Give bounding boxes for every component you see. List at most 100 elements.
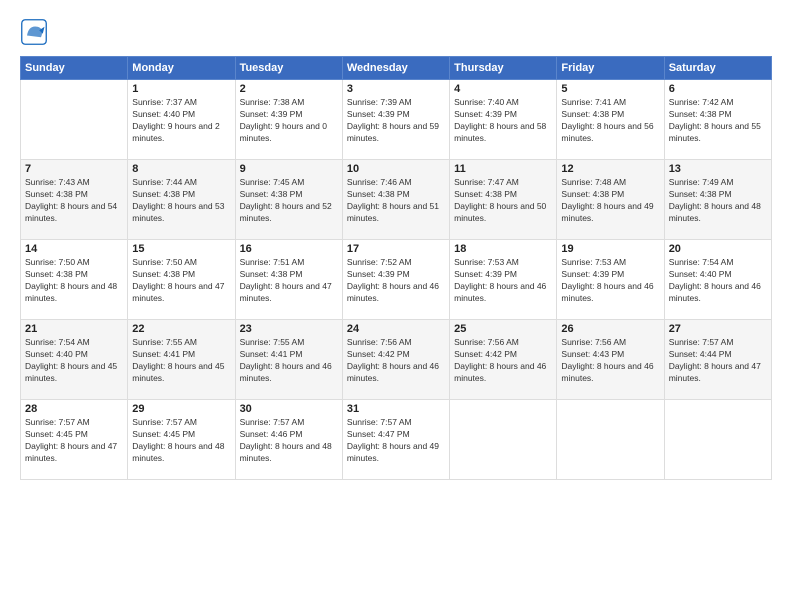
calendar-cell: 28 Sunrise: 7:57 AMSunset: 4:45 PMDayligh… [21,400,128,480]
day-number: 29 [132,403,230,415]
calendar-cell: 1 Sunrise: 7:37 AMSunset: 4:40 PMDaylight… [128,80,235,160]
day-number: 3 [347,83,445,95]
calendar-cell: 25Sunrise: 7:56 AMSunset: 4:42 PMDayligh… [450,320,557,400]
calendar-week-2: 7 Sunrise: 7:43 AMSunset: 4:38 PMDaylight… [21,160,772,240]
day-info: Sunrise: 7:39 AMSunset: 4:39 PMDaylight:… [347,97,445,145]
calendar-week-5: 28 Sunrise: 7:57 AMSunset: 4:45 PMDayligh… [21,400,772,480]
day-info: Sunrise: 7:45 AMSunset: 4:38 PMDaylight:… [240,177,338,225]
calendar-cell: 26 Sunrise: 7:56 AMSunset: 4:43 PMDayligh… [557,320,664,400]
calendar-cell: 14 Sunrise: 7:50 AMSunset: 4:38 PMDayligh… [21,240,128,320]
calendar-cell: 31 Sunrise: 7:57 AMSunset: 4:47 PMDayligh… [342,400,449,480]
day-info: Sunrise: 7:56 AMSunset: 4:43 PMDaylight:… [561,337,659,385]
day-info: Sunrise: 7:42 AMSunset: 4:38 PMDaylight:… [669,97,767,145]
day-info: Sunrise: 7:44 AMSunset: 4:38 PMDaylight:… [132,177,230,225]
calendar-cell: 11 Sunrise: 7:47 AMSunset: 4:38 PMDayligh… [450,160,557,240]
day-number: 31 [347,403,445,415]
day-info: Sunrise: 7:54 AMSunset: 4:40 PMDaylight:… [25,337,123,385]
calendar-cell [21,80,128,160]
day-number: 24 [347,323,445,335]
day-number: 4 [454,83,552,95]
weekday-header-row: SundayMondayTuesdayWednesdayThursdayFrid… [21,57,772,80]
day-number: 22 [132,323,230,335]
calendar-table: SundayMondayTuesdayWednesdayThursdayFrid… [20,56,772,480]
calendar-cell: 30 Sunrise: 7:57 AMSunset: 4:46 PMDayligh… [235,400,342,480]
day-info: Sunrise: 7:51 AMSunset: 4:38 PMDaylight:… [240,257,338,305]
day-info: Sunrise: 7:50 AMSunset: 4:38 PMDaylight:… [25,257,123,305]
day-number: 14 [25,243,123,255]
day-number: 11 [454,163,552,175]
calendar-cell: 23 Sunrise: 7:55 AMSunset: 4:41 PMDayligh… [235,320,342,400]
day-info: Sunrise: 7:53 AMSunset: 4:39 PMDaylight:… [454,257,552,305]
weekday-header-wednesday: Wednesday [342,57,449,80]
day-info: Sunrise: 7:48 AMSunset: 4:38 PMDaylight:… [561,177,659,225]
day-number: 18 [454,243,552,255]
day-info: Sunrise: 7:53 AMSunset: 4:39 PMDaylight:… [561,257,659,305]
day-info: Sunrise: 7:47 AMSunset: 4:38 PMDaylight:… [454,177,552,225]
calendar-cell: 19 Sunrise: 7:53 AMSunset: 4:39 PMDayligh… [557,240,664,320]
day-info: Sunrise: 7:57 AMSunset: 4:47 PMDaylight:… [347,417,445,465]
day-number: 19 [561,243,659,255]
day-number: 13 [669,163,767,175]
day-number: 15 [132,243,230,255]
day-number: 12 [561,163,659,175]
day-number: 26 [561,323,659,335]
day-info: Sunrise: 7:57 AMSunset: 4:45 PMDaylight:… [25,417,123,465]
calendar-cell: 12 Sunrise: 7:48 AMSunset: 4:38 PMDayligh… [557,160,664,240]
day-info: Sunrise: 7:52 AMSunset: 4:39 PMDaylight:… [347,257,445,305]
day-info: Sunrise: 7:43 AMSunset: 4:38 PMDaylight:… [25,177,123,225]
calendar-cell: 15 Sunrise: 7:50 AMSunset: 4:38 PMDayligh… [128,240,235,320]
calendar-cell: 16Sunrise: 7:51 AMSunset: 4:38 PMDayligh… [235,240,342,320]
day-info: Sunrise: 7:57 AMSunset: 4:45 PMDaylight:… [132,417,230,465]
calendar-cell: 22 Sunrise: 7:55 AMSunset: 4:41 PMDayligh… [128,320,235,400]
calendar-cell [664,400,771,480]
calendar-week-3: 14 Sunrise: 7:50 AMSunset: 4:38 PMDayligh… [21,240,772,320]
calendar-cell: 6Sunrise: 7:42 AMSunset: 4:38 PMDaylight… [664,80,771,160]
day-info: Sunrise: 7:50 AMSunset: 4:38 PMDaylight:… [132,257,230,305]
day-number: 25 [454,323,552,335]
day-number: 5 [561,83,659,95]
logo-icon [20,18,48,46]
calendar-cell: 4 Sunrise: 7:40 AMSunset: 4:39 PMDaylight… [450,80,557,160]
calendar-cell: 7 Sunrise: 7:43 AMSunset: 4:38 PMDaylight… [21,160,128,240]
calendar-cell: 20Sunrise: 7:54 AMSunset: 4:40 PMDayligh… [664,240,771,320]
day-number: 30 [240,403,338,415]
day-info: Sunrise: 7:55 AMSunset: 4:41 PMDaylight:… [240,337,338,385]
day-info: Sunrise: 7:55 AMSunset: 4:41 PMDaylight:… [132,337,230,385]
day-number: 1 [132,83,230,95]
weekday-header-tuesday: Tuesday [235,57,342,80]
day-info: Sunrise: 7:56 AMSunset: 4:42 PMDaylight:… [347,337,445,385]
calendar-cell [557,400,664,480]
day-info: Sunrise: 7:38 AMSunset: 4:39 PMDaylight:… [240,97,338,145]
calendar-cell: 27Sunrise: 7:57 AMSunset: 4:44 PMDayligh… [664,320,771,400]
calendar-cell: 5Sunrise: 7:41 AMSunset: 4:38 PMDaylight… [557,80,664,160]
calendar-cell [450,400,557,480]
calendar-cell: 2 Sunrise: 7:38 AMSunset: 4:39 PMDaylight… [235,80,342,160]
day-info: Sunrise: 7:40 AMSunset: 4:39 PMDaylight:… [454,97,552,145]
calendar-cell: 9 Sunrise: 7:45 AMSunset: 4:38 PMDaylight… [235,160,342,240]
logo [20,18,52,46]
day-number: 21 [25,323,123,335]
weekday-header-monday: Monday [128,57,235,80]
day-info: Sunrise: 7:46 AMSunset: 4:38 PMDaylight:… [347,177,445,225]
calendar-cell: 8Sunrise: 7:44 AMSunset: 4:38 PMDaylight… [128,160,235,240]
day-number: 2 [240,83,338,95]
day-number: 7 [25,163,123,175]
calendar-week-4: 21 Sunrise: 7:54 AMSunset: 4:40 PMDayligh… [21,320,772,400]
day-number: 9 [240,163,338,175]
weekday-header-sunday: Sunday [21,57,128,80]
day-number: 10 [347,163,445,175]
page: SundayMondayTuesdayWednesdayThursdayFrid… [0,0,792,612]
weekday-header-saturday: Saturday [664,57,771,80]
calendar-cell: 29 Sunrise: 7:57 AMSunset: 4:45 PMDayligh… [128,400,235,480]
day-number: 28 [25,403,123,415]
calendar-cell: 13Sunrise: 7:49 AMSunset: 4:38 PMDayligh… [664,160,771,240]
weekday-header-friday: Friday [557,57,664,80]
day-number: 20 [669,243,767,255]
day-info: Sunrise: 7:57 AMSunset: 4:46 PMDaylight:… [240,417,338,465]
day-info: Sunrise: 7:37 AMSunset: 4:40 PMDaylight:… [132,97,230,145]
calendar-cell: 24 Sunrise: 7:56 AMSunset: 4:42 PMDayligh… [342,320,449,400]
day-number: 23 [240,323,338,335]
header [20,18,772,46]
day-number: 27 [669,323,767,335]
calendar-cell: 3 Sunrise: 7:39 AMSunset: 4:39 PMDaylight… [342,80,449,160]
